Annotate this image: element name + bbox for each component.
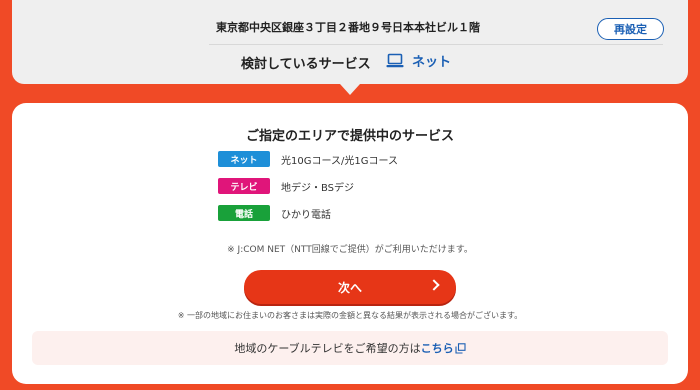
net-badge: ネット	[218, 151, 270, 167]
header-divider	[209, 44, 663, 45]
tv-badge: テレビ	[218, 178, 270, 194]
laptop-icon	[386, 53, 404, 67]
panel-pointer	[340, 84, 360, 95]
reset-button[interactable]: 再設定	[597, 18, 664, 40]
local-cable-link-label: こちら	[420, 342, 454, 355]
service-note: ※ J:COM NET（NTT回線でご提供）がご利用いただけます。	[227, 245, 473, 255]
chevron-right-icon	[428, 279, 440, 291]
selected-service: ネット	[386, 51, 451, 70]
next-button-label: 次へ	[337, 280, 362, 295]
phone-badge: 電話	[218, 205, 270, 221]
card-title: ご指定のエリアで提供中のサービス	[245, 129, 454, 144]
disclaimer-note: ※ 一部の地域にお住まいのお客さまは実際の金額と異なる結果が表示される場合がござ…	[177, 311, 523, 320]
local-cable-text: 地域のケーブルテレビをご希望の方は	[234, 342, 421, 355]
service-row-phone: 電話 ひかり電話	[218, 205, 331, 221]
local-cable-link[interactable]: こちら	[421, 340, 466, 356]
next-button[interactable]: 次へ	[244, 270, 456, 304]
selected-service-label: ネット	[412, 55, 452, 70]
phone-service-text: ひかり電話	[281, 209, 331, 221]
service-row-tv: テレビ 地デジ・BSデジ	[218, 178, 354, 194]
tv-service-text: 地デジ・BSデジ	[281, 182, 355, 194]
service-row-net: ネット 光10Gコース/光1Gコース	[218, 151, 398, 167]
net-service-text: 光10Gコース/光1Gコース	[281, 155, 398, 167]
local-cable-box: 地域のケーブルテレビをご希望の方は こちら	[32, 331, 668, 365]
external-link-icon	[455, 342, 466, 354]
service-card: ご指定のエリアで提供中のサービス ネット 光10Gコース/光1Gコース テレビ …	[12, 103, 688, 384]
considering-label: 検討しているサービス	[241, 57, 371, 72]
address-text: 東京都中央区銀座３丁目２番地９号日本本社ビル１階	[216, 21, 480, 34]
